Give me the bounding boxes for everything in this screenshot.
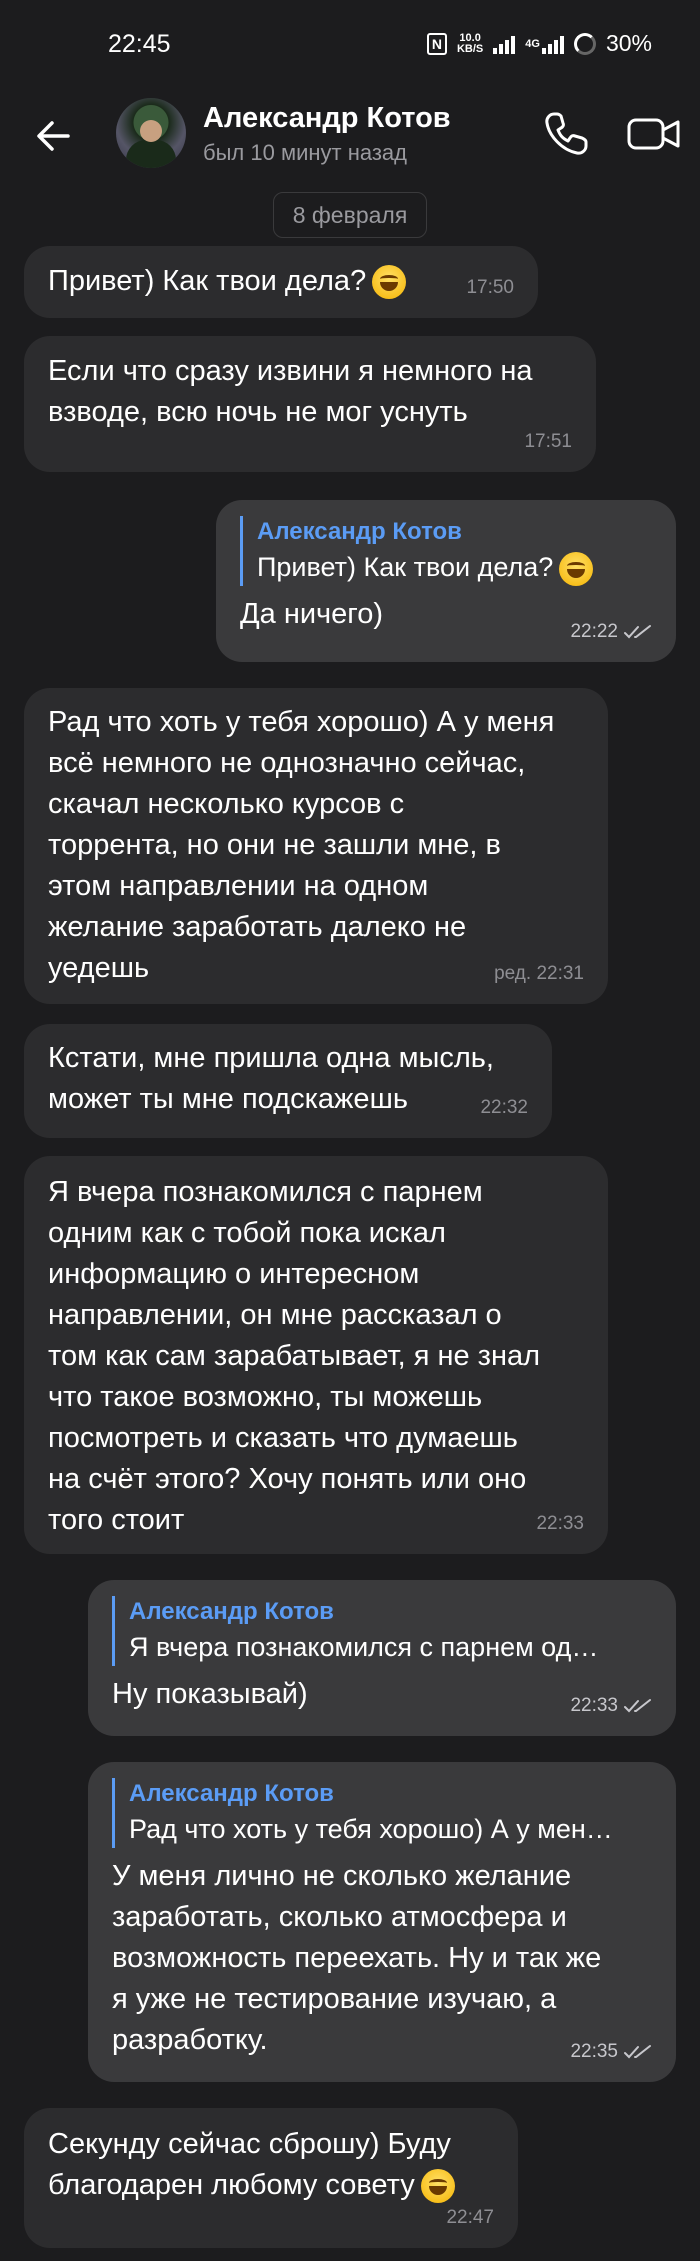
battery-icon xyxy=(573,32,596,55)
nfc-icon: N xyxy=(426,32,447,55)
message-time: 17:51 xyxy=(524,431,572,452)
message-bubble-incoming[interactable]: Секунду сейчас сброшу) Буду благодарен л… xyxy=(24,2108,518,2248)
message-bubble-outgoing[interactable]: Александр Котов Рад что хоть у тебя хоро… xyxy=(88,1762,676,2082)
message-time: ред. 22:31 xyxy=(494,963,584,984)
date-separator: 8 февраля xyxy=(273,192,427,238)
network-type: 4G xyxy=(525,37,540,50)
status-bar: 22:45 N 10.0 KB/S 4G 30% xyxy=(0,0,700,90)
message-time: 22:47 xyxy=(446,2207,494,2228)
reply-text: Привет) Как твои дела? xyxy=(257,552,554,582)
reply-author: Александр Котов xyxy=(257,518,462,545)
message-text: Привет) Как твои дела? xyxy=(48,265,367,297)
message-text: Я вчера познакомился с парнем одним как … xyxy=(48,1176,541,1536)
message-bubble-outgoing[interactable]: Александр Котов Привет) Как твои дела? Д… xyxy=(216,500,676,662)
grinning-face-emoji xyxy=(372,265,407,300)
read-receipt-icon xyxy=(624,1698,651,1712)
reply-author: Александр Котов xyxy=(129,1598,334,1625)
chat-header: Александр Котов был 10 минут назад xyxy=(0,90,700,180)
message-bubble-incoming[interactable]: Рад что хоть у тебя хорошо) А у меня всё… xyxy=(24,688,608,1004)
message-time: 22:22 xyxy=(570,621,618,642)
message-text: Если что сразу извини я немного на взвод… xyxy=(48,355,533,428)
video-call-icon[interactable] xyxy=(626,108,682,160)
network-speed: 10.0 KB/S xyxy=(456,31,484,55)
read-receipt-icon xyxy=(624,624,651,638)
network-speed-unit: KB/S xyxy=(456,42,484,55)
status-icons: N 10.0 KB/S 4G 30% xyxy=(426,30,652,57)
reply-author: Александр Котов xyxy=(129,1780,334,1807)
reply-quote[interactable]: Александр Котов Привет) Как твои дела? xyxy=(240,516,652,586)
back-arrow-icon[interactable] xyxy=(30,112,78,160)
reply-quote[interactable]: Александр Котов Рад что хоть у тебя хоро… xyxy=(112,1778,652,1848)
signal-icon-2 xyxy=(541,34,564,54)
message-text: Секунду сейчас сброшу) Буду благодарен л… xyxy=(48,2128,451,2201)
contact-status: был 10 минут назад xyxy=(203,140,407,165)
message-text: Рад что хоть у тебя хорошо) А у меня всё… xyxy=(48,706,555,984)
message-bubble-outgoing[interactable]: Александр Котов Я вчера познакомился с п… xyxy=(88,1580,676,1736)
reply-quote[interactable]: Александр Котов Я вчера познакомился с п… xyxy=(112,1596,652,1666)
status-time: 22:45 xyxy=(108,30,171,58)
message-time: 22:33 xyxy=(536,1513,584,1534)
contact-name[interactable]: Александр Котов xyxy=(203,102,451,135)
message-time: 22:33 xyxy=(570,1695,618,1716)
reply-text: Рад что хоть у тебя хорошо) А у мен… xyxy=(129,1814,613,1844)
grinning-face-emoji xyxy=(559,551,594,586)
message-time: 22:35 xyxy=(570,2041,618,2062)
message-text: Кстати, мне пришла одна мысль, может ты … xyxy=(48,1042,494,1115)
message-bubble-incoming[interactable]: Если что сразу извини я немного на взвод… xyxy=(24,336,596,472)
battery-level: 30% xyxy=(605,30,652,56)
message-time: 17:50 xyxy=(466,277,514,298)
network-speed-value: 10.0 xyxy=(459,31,481,44)
reply-text: Я вчера познакомился с парнем од… xyxy=(129,1632,599,1662)
signal-icon xyxy=(493,34,516,54)
message-bubble-incoming[interactable]: Кстати, мне пришла одна мысль, может ты … xyxy=(24,1024,552,1138)
avatar[interactable] xyxy=(116,98,186,168)
message-time: 22:32 xyxy=(480,1097,528,1118)
message-bubble-incoming[interactable]: Привет) Как твои дела? 17:50 xyxy=(24,246,538,318)
read-receipt-icon xyxy=(624,2044,651,2058)
phone-call-icon[interactable] xyxy=(540,108,592,160)
message-bubble-incoming[interactable]: Я вчера познакомился с парнем одним как … xyxy=(24,1156,608,1554)
